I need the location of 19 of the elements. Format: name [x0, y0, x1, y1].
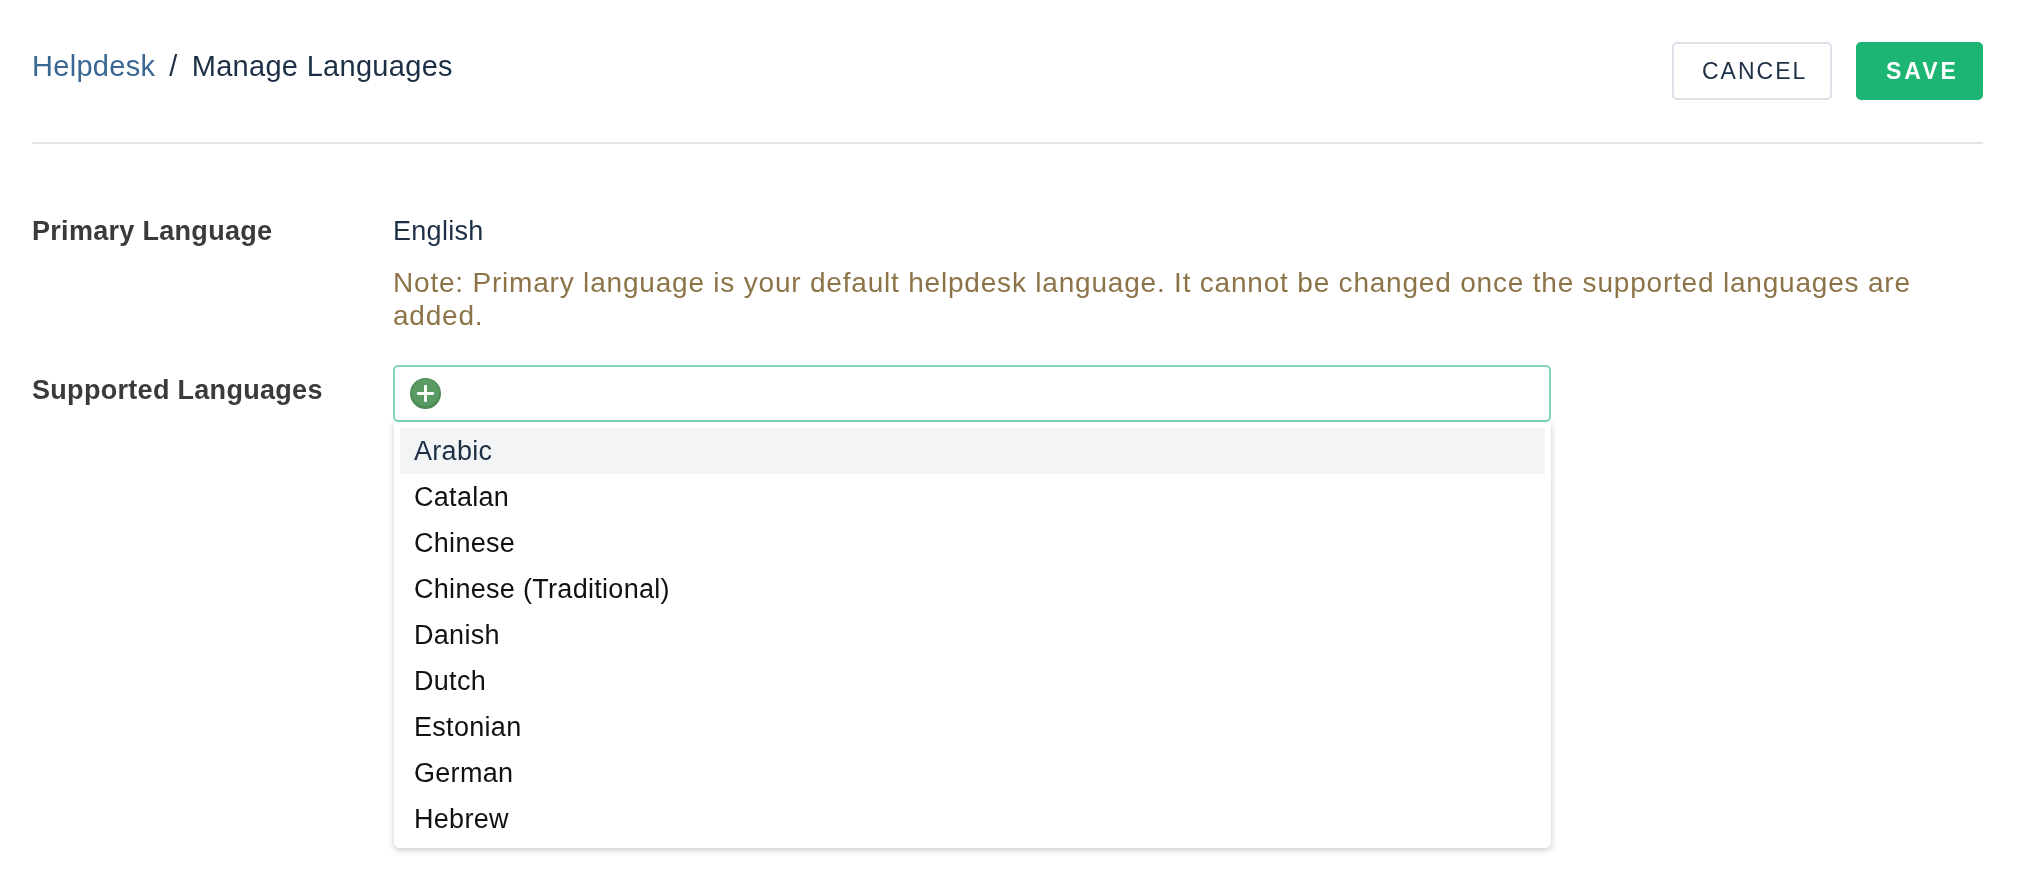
breadcrumb-separator: /	[169, 49, 178, 84]
field-label: Supported Languages	[32, 374, 324, 407]
plus-icon[interactable]	[410, 378, 441, 409]
language-input-field[interactable]	[393, 365, 1551, 422]
dropdown-option[interactable]: Catalan	[400, 474, 1545, 520]
dropdown-option[interactable]: Dutch	[400, 658, 1545, 704]
note-text: Note: Primary language is your default helpdesk language. It cannot be changed once the supported languages are added.	[393, 266, 1912, 332]
breadcrumb-link[interactable]: Helpdesk	[32, 42, 156, 90]
cancel-button[interactable]: CANCEL	[1672, 42, 1832, 100]
dropdown-option[interactable]: German	[400, 750, 1545, 796]
dropdown-option[interactable]: Hebrew	[400, 796, 1545, 842]
dropdown-option[interactable]: Estonian	[400, 704, 1545, 750]
dropdown-option[interactable]: Arabic	[400, 428, 1545, 474]
language-value: English	[393, 215, 484, 248]
breadcrumb-current: Manage Languages	[191, 49, 453, 84]
dropdown-option[interactable]: Danish	[400, 612, 1545, 658]
dropdown-option[interactable]: Chinese (Traditional)	[400, 566, 1545, 612]
field-label: Primary Language	[32, 215, 274, 248]
dropdown-option[interactable]: Chinese	[400, 520, 1545, 566]
